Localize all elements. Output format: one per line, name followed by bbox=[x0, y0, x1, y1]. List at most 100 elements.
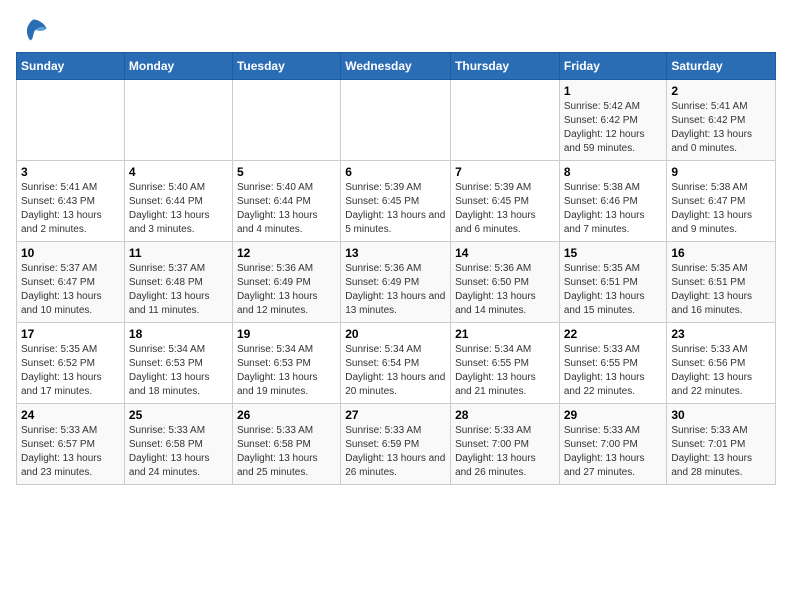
day-number: 10 bbox=[21, 246, 120, 260]
header-day-monday: Monday bbox=[124, 53, 232, 80]
calendar-body: 1 Sunrise: 5:42 AM Sunset: 6:42 PM Daylig… bbox=[17, 80, 776, 485]
calendar-cell bbox=[232, 80, 340, 161]
calendar-cell bbox=[341, 80, 451, 161]
page-header bbox=[16, 16, 776, 44]
calendar-table: SundayMondayTuesdayWednesdayThursdayFrid… bbox=[16, 52, 776, 485]
day-info: Sunrise: 5:33 AM Sunset: 7:00 PM Dayligh… bbox=[455, 424, 555, 480]
week-row-3: 10 Sunrise: 5:37 AM Sunset: 6:47 PM Dayli… bbox=[17, 242, 776, 323]
calendar-cell: 20 Sunrise: 5:34 AM Sunset: 6:54 PM Dayli… bbox=[341, 323, 451, 404]
calendar-cell: 23 Sunrise: 5:33 AM Sunset: 6:56 PM Dayli… bbox=[667, 323, 776, 404]
day-number: 27 bbox=[345, 408, 446, 422]
week-row-2: 3Sunrise: 5:41 AM Sunset: 6:43 PM Daylig… bbox=[17, 161, 776, 242]
day-info: Sunrise: 5:34 AM Sunset: 6:53 PM Dayligh… bbox=[129, 343, 228, 399]
day-number: 15 bbox=[564, 246, 663, 260]
day-info: Sunrise: 5:33 AM Sunset: 7:00 PM Dayligh… bbox=[564, 424, 663, 480]
day-number: 26 bbox=[237, 408, 336, 422]
day-number: 29 bbox=[564, 408, 663, 422]
header-day-wednesday: Wednesday bbox=[341, 53, 451, 80]
logo bbox=[16, 16, 48, 44]
day-info: Sunrise: 5:34 AM Sunset: 6:54 PM Dayligh… bbox=[345, 343, 446, 399]
header-day-friday: Friday bbox=[559, 53, 667, 80]
day-number: 28 bbox=[455, 408, 555, 422]
day-info: Sunrise: 5:40 AM Sunset: 6:44 PM Dayligh… bbox=[237, 181, 336, 237]
day-info: Sunrise: 5:36 AM Sunset: 6:49 PM Dayligh… bbox=[345, 262, 446, 318]
day-info: Sunrise: 5:39 AM Sunset: 6:45 PM Dayligh… bbox=[345, 181, 446, 237]
day-info: Sunrise: 5:40 AM Sunset: 6:44 PM Dayligh… bbox=[129, 181, 228, 237]
day-number: 22 bbox=[564, 327, 663, 341]
day-info: Sunrise: 5:36 AM Sunset: 6:50 PM Dayligh… bbox=[455, 262, 555, 318]
day-number: 5 bbox=[237, 165, 336, 179]
day-info: Sunrise: 5:33 AM Sunset: 6:57 PM Dayligh… bbox=[21, 424, 120, 480]
header-day-sunday: Sunday bbox=[17, 53, 125, 80]
calendar-cell: 11 Sunrise: 5:37 AM Sunset: 6:48 PM Dayli… bbox=[124, 242, 232, 323]
day-number: 20 bbox=[345, 327, 446, 341]
week-row-1: 1 Sunrise: 5:42 AM Sunset: 6:42 PM Daylig… bbox=[17, 80, 776, 161]
header-row: SundayMondayTuesdayWednesdayThursdayFrid… bbox=[17, 53, 776, 80]
calendar-cell: 10 Sunrise: 5:37 AM Sunset: 6:47 PM Dayli… bbox=[17, 242, 125, 323]
calendar-cell: 22 Sunrise: 5:33 AM Sunset: 6:55 PM Dayli… bbox=[559, 323, 667, 404]
calendar-cell bbox=[124, 80, 232, 161]
day-info: Sunrise: 5:33 AM Sunset: 7:01 PM Dayligh… bbox=[671, 424, 771, 480]
day-number: 30 bbox=[671, 408, 771, 422]
header-day-tuesday: Tuesday bbox=[232, 53, 340, 80]
header-day-thursday: Thursday bbox=[451, 53, 560, 80]
calendar-cell: 15 Sunrise: 5:35 AM Sunset: 6:51 PM Dayli… bbox=[559, 242, 667, 323]
calendar-cell: 26 Sunrise: 5:33 AM Sunset: 6:58 PM Dayli… bbox=[232, 404, 340, 485]
day-number: 6 bbox=[345, 165, 446, 179]
calendar-cell: 5 Sunrise: 5:40 AM Sunset: 6:44 PM Daylig… bbox=[232, 161, 340, 242]
calendar-cell: 9 Sunrise: 5:38 AM Sunset: 6:47 PM Daylig… bbox=[667, 161, 776, 242]
calendar-header: SundayMondayTuesdayWednesdayThursdayFrid… bbox=[17, 53, 776, 80]
day-info: Sunrise: 5:36 AM Sunset: 6:49 PM Dayligh… bbox=[237, 262, 336, 318]
day-number: 2 bbox=[671, 84, 771, 98]
calendar-cell: 24 Sunrise: 5:33 AM Sunset: 6:57 PM Dayli… bbox=[17, 404, 125, 485]
calendar-cell: 18Sunrise: 5:34 AM Sunset: 6:53 PM Dayli… bbox=[124, 323, 232, 404]
day-info: Sunrise: 5:41 AM Sunset: 6:42 PM Dayligh… bbox=[671, 100, 771, 156]
day-number: 9 bbox=[671, 165, 771, 179]
day-number: 13 bbox=[345, 246, 446, 260]
day-info: Sunrise: 5:33 AM Sunset: 6:56 PM Dayligh… bbox=[671, 343, 771, 399]
calendar-cell: 7 Sunrise: 5:39 AM Sunset: 6:45 PM Daylig… bbox=[451, 161, 560, 242]
day-number: 16 bbox=[671, 246, 771, 260]
calendar-cell: 29 Sunrise: 5:33 AM Sunset: 7:00 PM Dayli… bbox=[559, 404, 667, 485]
day-info: Sunrise: 5:35 AM Sunset: 6:51 PM Dayligh… bbox=[564, 262, 663, 318]
day-number: 14 bbox=[455, 246, 555, 260]
day-number: 1 bbox=[564, 84, 663, 98]
calendar-cell: 19 Sunrise: 5:34 AM Sunset: 6:53 PM Dayli… bbox=[232, 323, 340, 404]
header-day-saturday: Saturday bbox=[667, 53, 776, 80]
calendar-cell: 6 Sunrise: 5:39 AM Sunset: 6:45 PM Daylig… bbox=[341, 161, 451, 242]
calendar-cell: 28 Sunrise: 5:33 AM Sunset: 7:00 PM Dayli… bbox=[451, 404, 560, 485]
day-info: Sunrise: 5:33 AM Sunset: 6:55 PM Dayligh… bbox=[564, 343, 663, 399]
week-row-5: 24 Sunrise: 5:33 AM Sunset: 6:57 PM Dayli… bbox=[17, 404, 776, 485]
day-info: Sunrise: 5:37 AM Sunset: 6:47 PM Dayligh… bbox=[21, 262, 120, 318]
calendar-cell: 2 Sunrise: 5:41 AM Sunset: 6:42 PM Daylig… bbox=[667, 80, 776, 161]
day-number: 21 bbox=[455, 327, 555, 341]
day-info: Sunrise: 5:39 AM Sunset: 6:45 PM Dayligh… bbox=[455, 181, 555, 237]
calendar-cell bbox=[17, 80, 125, 161]
day-number: 7 bbox=[455, 165, 555, 179]
calendar-cell bbox=[451, 80, 560, 161]
day-info: Sunrise: 5:33 AM Sunset: 6:58 PM Dayligh… bbox=[237, 424, 336, 480]
day-info: Sunrise: 5:35 AM Sunset: 6:51 PM Dayligh… bbox=[671, 262, 771, 318]
calendar-cell: 13 Sunrise: 5:36 AM Sunset: 6:49 PM Dayli… bbox=[341, 242, 451, 323]
calendar-cell: 16 Sunrise: 5:35 AM Sunset: 6:51 PM Dayli… bbox=[667, 242, 776, 323]
calendar-cell: 4 Sunrise: 5:40 AM Sunset: 6:44 PM Daylig… bbox=[124, 161, 232, 242]
week-row-4: 17Sunrise: 5:35 AM Sunset: 6:52 PM Dayli… bbox=[17, 323, 776, 404]
day-number: 8 bbox=[564, 165, 663, 179]
logo-bird-icon bbox=[20, 16, 48, 44]
day-number: 23 bbox=[671, 327, 771, 341]
day-info: Sunrise: 5:33 AM Sunset: 6:58 PM Dayligh… bbox=[129, 424, 228, 480]
calendar-cell: 25Sunrise: 5:33 AM Sunset: 6:58 PM Dayli… bbox=[124, 404, 232, 485]
day-info: Sunrise: 5:34 AM Sunset: 6:53 PM Dayligh… bbox=[237, 343, 336, 399]
day-number: 12 bbox=[237, 246, 336, 260]
calendar-cell: 12 Sunrise: 5:36 AM Sunset: 6:49 PM Dayli… bbox=[232, 242, 340, 323]
calendar-cell: 17Sunrise: 5:35 AM Sunset: 6:52 PM Dayli… bbox=[17, 323, 125, 404]
day-number: 24 bbox=[21, 408, 120, 422]
day-number: 11 bbox=[129, 246, 228, 260]
day-info: Sunrise: 5:38 AM Sunset: 6:47 PM Dayligh… bbox=[671, 181, 771, 237]
day-number: 19 bbox=[237, 327, 336, 341]
day-info: Sunrise: 5:37 AM Sunset: 6:48 PM Dayligh… bbox=[129, 262, 228, 318]
day-info: Sunrise: 5:42 AM Sunset: 6:42 PM Dayligh… bbox=[564, 100, 663, 156]
day-number: 4 bbox=[129, 165, 228, 179]
calendar-cell: 1 Sunrise: 5:42 AM Sunset: 6:42 PM Daylig… bbox=[559, 80, 667, 161]
day-info: Sunrise: 5:33 AM Sunset: 6:59 PM Dayligh… bbox=[345, 424, 446, 480]
